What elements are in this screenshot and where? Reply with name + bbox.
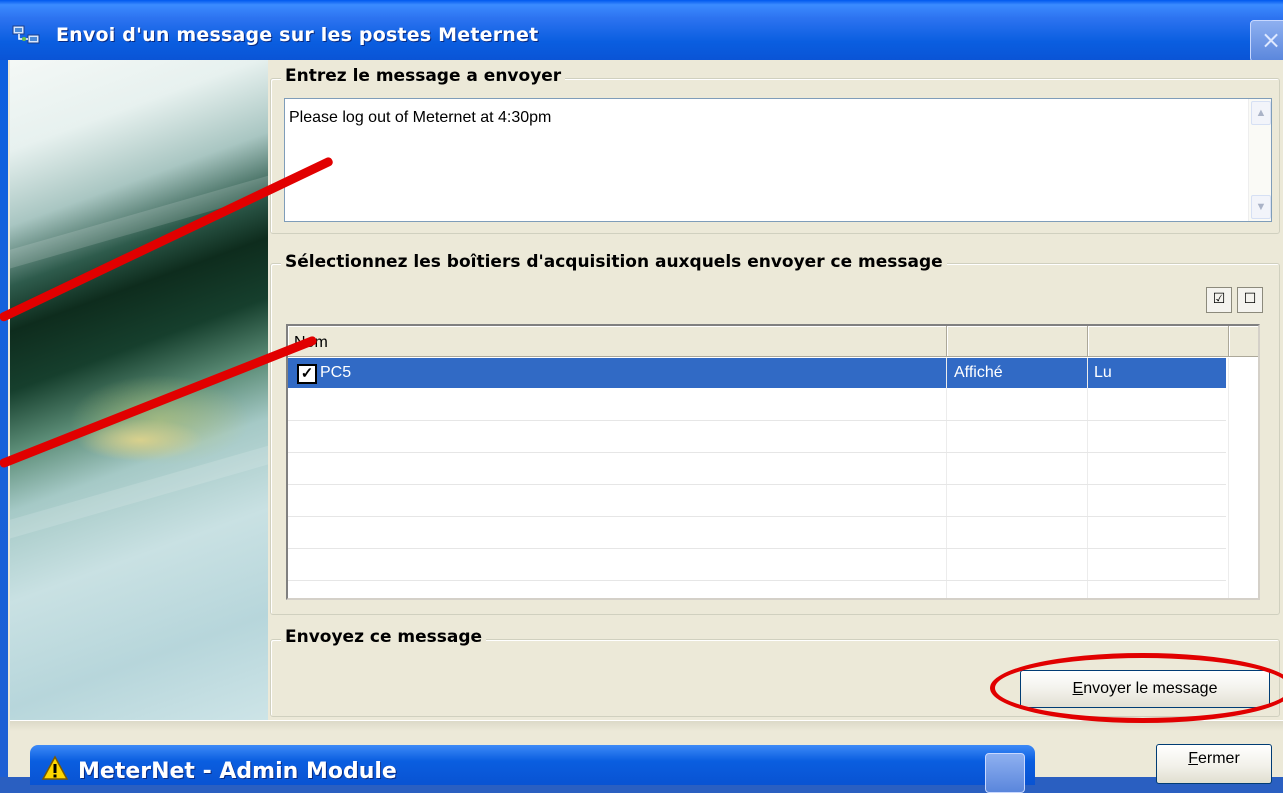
checkmark-icon: ✓ [300,365,314,382]
check-all-button[interactable]: ☑ [1206,287,1232,313]
row-read: Lu [1094,364,1112,381]
uncheck-all-button[interactable]: ☐ [1237,287,1263,313]
row-name: PC5 [320,364,352,381]
admin-module-title: MeterNet - Admin Module [78,759,397,784]
close-button[interactable]: Fermer [1156,744,1272,784]
column-header-read[interactable] [1088,326,1229,357]
title-bar[interactable]: Envoi d'un message sur les postes Metern… [0,0,1283,62]
uncheck-all-icon: ☐ [1243,291,1257,307]
grid-line [288,452,1226,453]
scroll-down-icon[interactable]: ▼ [1251,195,1271,219]
column-header-name[interactable]: Nom [288,326,947,357]
decorative-side-image [10,60,268,720]
grid-line [1228,358,1229,598]
grid-line [1087,358,1088,598]
message-input[interactable]: Please log out of Meternet at 4:30pm ▲ ▼ [284,98,1272,222]
scroll-up-icon[interactable]: ▲ [1251,101,1271,125]
grid-line [946,358,947,598]
admin-module-dialog[interactable]: MeterNet - Admin Module [30,745,1035,793]
check-all-icon: ☑ [1212,291,1226,307]
message-window: Envoi d'un message sur les postes Metern… [0,0,1283,793]
devices-group-legend: Sélectionnez les boîtiers d'acquisition … [281,252,947,272]
admin-module-close-icon[interactable] [985,753,1025,793]
message-text[interactable]: Please log out of Meternet at 4:30pm [289,109,551,127]
grid-line [288,548,1226,549]
grid-line [288,484,1226,485]
column-header-filler [1229,326,1258,357]
message-group-legend: Entrez le message a envoyer [281,66,566,86]
send-group-legend: Envoyez ce message [281,627,487,647]
window-title: Envoi d'un message sur les postes Metern… [56,24,539,46]
footer-divider [10,720,1283,731]
row-checkbox[interactable]: ✓ [297,364,317,384]
close-icon: × [1260,26,1282,54]
column-header-status[interactable] [947,326,1088,357]
row-displayed: Affiché [954,364,1003,381]
annotation-circle [990,653,1283,723]
grid-line [288,580,1226,581]
grid-line [288,516,1226,517]
close-window-button[interactable]: × [1250,20,1283,62]
message-scrollbar[interactable]: ▲ ▼ [1248,99,1271,221]
grid-line [288,420,1226,421]
warning-icon [42,755,68,780]
network-computers-icon [12,25,40,44]
devices-list[interactable]: Nom ✓ PC5 Affiché Lu [286,324,1260,600]
table-row[interactable]: ✓ PC5 Affiché Lu [288,358,1226,388]
image-streak [10,160,268,278]
